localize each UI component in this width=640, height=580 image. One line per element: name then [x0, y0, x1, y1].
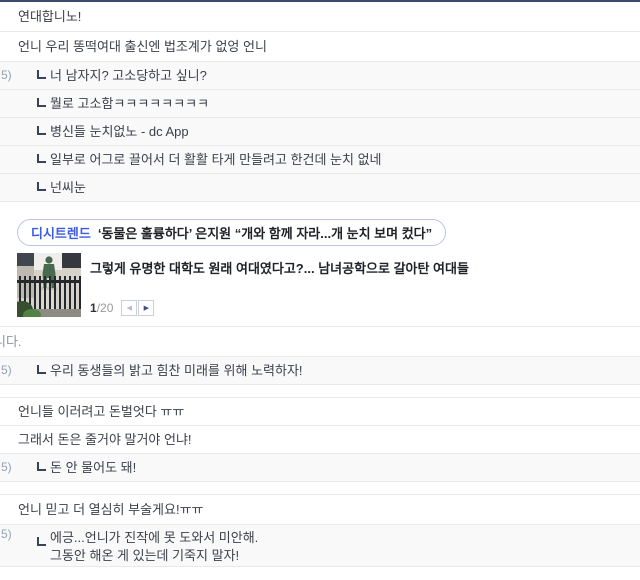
pager-next-button[interactable]: ▶: [138, 300, 155, 316]
pager-prev-button[interactable]: ◀: [121, 300, 138, 316]
reply-arrow-icon: [37, 181, 46, 191]
comment-text: 너 남자지? 고소당하고 싶니?: [50, 68, 207, 83]
commenter-ip-fragment: 5): [1, 527, 12, 541]
article-thumbnail-statue-photo[interactable]: [17, 253, 81, 317]
pager-total-pages: /20: [96, 301, 114, 315]
reply-arrow-icon: [37, 537, 46, 546]
trend-headline-link[interactable]: 디시트렌드 ‘동물은 훌륭하다’ 은지원 “개와 함께 자라...개 눈치 보며…: [17, 219, 447, 246]
reply-row: 병신들 눈치없노 - dc App: [0, 118, 640, 146]
commenter-ip-fragment: 5): [1, 460, 12, 474]
right-arrow-icon: ▶: [143, 305, 150, 312]
pager-current-page: 1: [90, 301, 97, 315]
comment-list-screen: 연대합니노! 언니 우리 똥떡여대 출신엔 법조계가 없엉 언니 5) 너 남자…: [0, 0, 640, 580]
comment-text-line1: 에긍...언니가 진작에 못 도와서 미안해.: [50, 530, 259, 545]
trend-article: 그렇게 유명한 대학도 원래 여대였다고?... 남녀공학으로 갈아탄 여대들 …: [17, 253, 640, 317]
pager-buttons: ◀ ▶: [121, 300, 155, 316]
reply-row: 5) 에긍...언니가 진작에 못 도와서 미안해. 그동안 해온 게 있는데 …: [0, 525, 640, 567]
comment-row: 연대합니노!: [0, 2, 640, 32]
reply-row: 5) 돈 안 물어도 돼!: [0, 454, 640, 482]
reply-arrow-icon: [37, 364, 46, 374]
comment-text: 언니 우리 똥떡여대 출신엔 법조계가 없엉 언니: [18, 39, 267, 54]
comment-text: 니다.: [0, 334, 22, 349]
comment-text: 언니들 이러려고 돈벌엇다 ㅠㅠ: [18, 404, 185, 419]
comment-text: 언니 믿고 더 열심히 부술게요!ㅠㅠ: [18, 502, 204, 517]
reply-row: 뭘로 고소함ㅋㅋㅋㅋㅋㅋㅋㅋ: [0, 90, 640, 118]
reply-arrow-icon: [37, 461, 46, 471]
reply-arrow-icon: [37, 153, 46, 163]
comment-text: 넌씨눈: [50, 180, 86, 195]
comment-text: 돈 안 물어도 돼!: [50, 460, 137, 475]
commenter-ip-fragment: 5): [1, 68, 12, 82]
trend-badge-label: 디시트렌드: [31, 226, 91, 241]
reply-arrow-icon: [37, 69, 46, 79]
comment-row: 그래서 돈은 줄거야 말거야 언냐!: [0, 426, 640, 454]
comment-text: 우리 동생들의 밝고 힘찬 미래를 위해 노력하자!: [50, 363, 303, 378]
reply-row: 5) 너 남자지? 고소당하고 싶니?: [0, 62, 640, 90]
article-title-link[interactable]: 그렇게 유명한 대학도 원래 여대였다고?... 남녀공학으로 갈아탄 여대들: [90, 258, 469, 277]
comment-text: 연대합니노!: [18, 9, 82, 24]
article-pager: 1 /20 ◀ ▶: [90, 300, 469, 316]
comment-row: 언니들 이러려고 돈벌엇다 ㅠㅠ: [0, 398, 640, 426]
article-info: 그렇게 유명한 대학도 원래 여대였다고?... 남녀공학으로 갈아탄 여대들 …: [90, 253, 469, 317]
commenter-ip-fragment: 5): [1, 363, 12, 377]
comment-row: 언니 우리 똥떡여대 출신엔 법조계가 없엉 언니: [0, 32, 640, 62]
bottom-spacer: [0, 567, 640, 579]
reply-row: 일부로 어그로 끌어서 더 활활 타게 만들려고 한건데 눈치 없네: [0, 146, 640, 174]
comment-row: 언니 믿고 더 열심히 부술게요!ㅠㅠ: [0, 495, 640, 525]
thread-divider: [0, 482, 640, 495]
left-arrow-icon: ◀: [126, 305, 133, 312]
trend-widget: 디시트렌드 ‘동물은 훌륭하다’ 은지원 “개와 함께 자라...개 눈치 보며…: [0, 202, 640, 327]
thread-divider: [0, 385, 640, 398]
comment-text: 병신들 눈치없노 - dc App: [50, 124, 189, 139]
comment-text: 뭘로 고소함ㅋㅋㅋㅋㅋㅋㅋㅋ: [50, 96, 210, 111]
comment-row-clipped: 니다.: [0, 327, 640, 357]
comment-text: 일부로 어그로 끌어서 더 활활 타게 만들려고 한건데 눈치 없네: [50, 152, 382, 167]
comment-text: 그래서 돈은 줄거야 말거야 언냐!: [18, 432, 192, 447]
reply-row: 넌씨눈: [0, 174, 640, 202]
trend-headline-text: ‘동물은 훌륭하다’ 은지원 “개와 함께 자라...개 눈치 보며 컸다”: [97, 226, 433, 241]
reply-arrow-icon: [37, 97, 46, 107]
reply-arrow-icon: [37, 125, 46, 135]
comment-text-line2: 그동안 해온 게 있는데 기죽지 말자!: [50, 548, 240, 563]
reply-row: 5) 우리 동생들의 밝고 힘찬 미래를 위해 노력하자!: [0, 357, 640, 385]
